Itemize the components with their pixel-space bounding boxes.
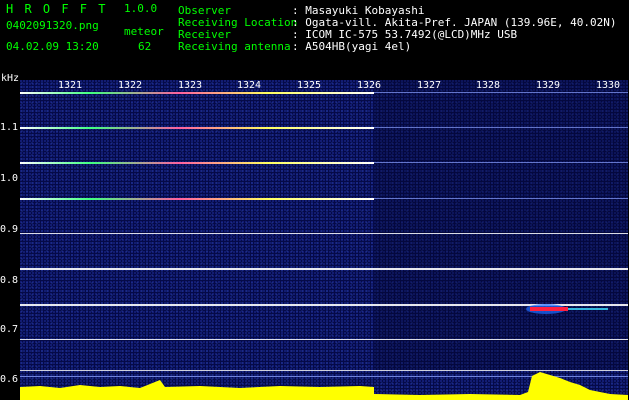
app-version: 1.0.0 xyxy=(124,2,158,15)
antenna-label: Receiving antenna xyxy=(178,40,291,53)
file-name: 0402091320.png xyxy=(6,19,99,32)
carrier-line-3-faint xyxy=(374,162,628,163)
time-tick: 1322 xyxy=(118,80,143,91)
time-tick: 1325 xyxy=(297,80,322,91)
header-panel: H R O F F T 1.0.0 0402091320.png meteor … xyxy=(0,0,629,80)
signal-line-0.9 xyxy=(20,233,628,234)
carrier-line-3 xyxy=(20,162,374,164)
power-trace-left xyxy=(20,380,374,400)
signal-line-0.8 xyxy=(20,268,628,270)
carrier-line-2-faint xyxy=(374,127,628,128)
frequency-axis: kHz 1.1 1.0 0.9 0.8 0.7 0.6 xyxy=(0,74,20,400)
quiet-region xyxy=(374,80,628,370)
mode-label: meteor xyxy=(124,25,164,38)
freq-tick: 0.9 xyxy=(0,224,19,235)
signal-line-0.62 xyxy=(20,370,628,371)
carrier-line-1 xyxy=(20,92,374,94)
meteor-echo-tail xyxy=(568,308,608,310)
freq-tick: 0.8 xyxy=(0,275,19,286)
freq-tick: 1.0 xyxy=(0,173,19,184)
time-tick: 1329 xyxy=(536,80,561,91)
freq-tick: 0.7 xyxy=(0,324,19,335)
frequency-unit: kHz xyxy=(1,73,20,84)
antenna-value: : A504HB(yagi 4el) xyxy=(292,40,412,53)
datetime: 04.02.09 13:20 xyxy=(6,40,99,53)
freq-tick: 1.1 xyxy=(0,122,19,133)
meteor-count: 62 xyxy=(138,40,152,53)
time-tick: 1330 xyxy=(596,80,621,91)
app-logo: H R O F F T xyxy=(6,2,108,16)
carrier-line-1-faint xyxy=(374,92,628,93)
time-tick: 1328 xyxy=(476,80,501,91)
spectrogram-plot xyxy=(20,80,628,400)
time-tick: 1327 xyxy=(417,80,442,91)
time-tick: 1324 xyxy=(237,80,262,91)
carrier-line-4-faint xyxy=(374,198,628,199)
spectrogram xyxy=(20,80,628,400)
time-tick: 1323 xyxy=(178,80,203,91)
carrier-line-2 xyxy=(20,127,374,129)
signal-line-0.7 xyxy=(20,339,628,340)
time-axis: 1321 1322 1323 1324 1325 1326 1327 1328 … xyxy=(20,80,628,92)
time-tick: 1326 xyxy=(357,80,382,91)
time-tick: 1321 xyxy=(58,80,83,91)
carrier-line-4 xyxy=(20,198,374,200)
meteor-echo xyxy=(530,307,568,311)
freq-tick: 0.6 xyxy=(0,374,19,385)
